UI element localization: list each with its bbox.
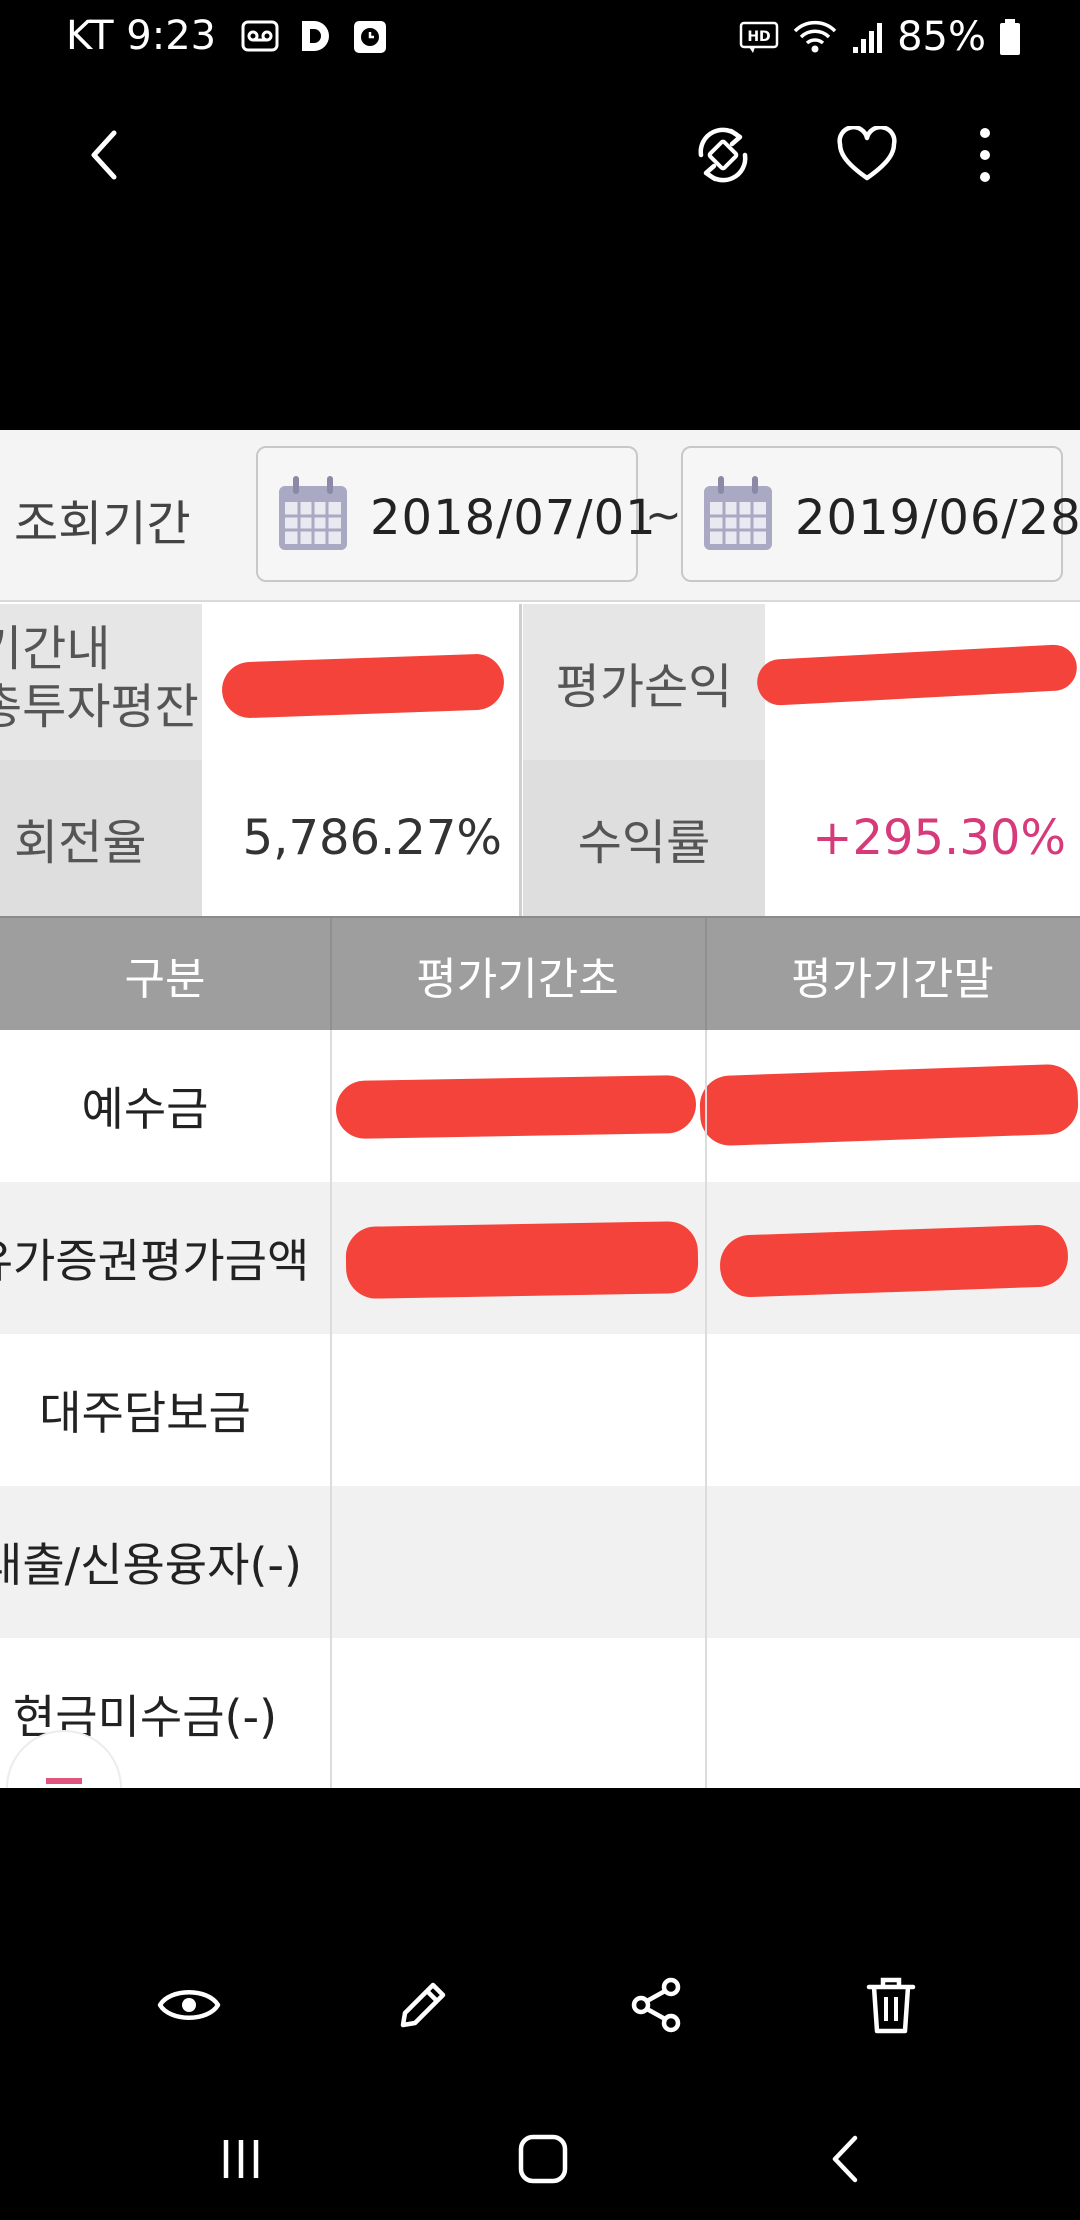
row-label: 대주담보금 xyxy=(39,1386,251,1440)
more-icon xyxy=(980,128,990,182)
summary-grid: 기간내 총투자평잔 평가손익 회전율 5,786.27% 수익률 +295.30… xyxy=(0,604,1080,916)
redaction-mark xyxy=(698,1063,1080,1147)
summary-value-avg-balance xyxy=(202,604,520,760)
redaction-mark xyxy=(719,1223,1069,1299)
summary-value-return: +295.30% xyxy=(765,760,1080,916)
table-row: 유가증권평가금액 xyxy=(0,1182,1080,1334)
date-from: 2018/07/01 xyxy=(370,490,657,546)
battery-percent: 85% xyxy=(897,14,986,60)
date-separator: ~ xyxy=(645,490,682,541)
delete-button[interactable] xyxy=(846,1960,936,2050)
time: 9:23 xyxy=(126,13,217,59)
row-label: 대출/신용융자(-) xyxy=(0,1538,302,1592)
return-label-text: 수익률 xyxy=(577,815,711,871)
redaction-mark xyxy=(335,1074,697,1140)
hd-voice-icon: HD xyxy=(739,21,779,53)
back-button[interactable] xyxy=(60,110,150,200)
notification-icons xyxy=(240,16,388,56)
clock-app-icon xyxy=(354,21,386,53)
date-to: 2019/06/28 xyxy=(795,490,1080,546)
recent-apps-icon xyxy=(223,2140,259,2178)
voicemail-icon xyxy=(241,20,279,52)
column-divider xyxy=(705,1030,707,1788)
table-row: 예수금 xyxy=(0,1030,1080,1182)
return-value: +295.30% xyxy=(812,810,1066,866)
favorite-button[interactable] xyxy=(822,110,912,200)
viewer-toolbar xyxy=(0,90,1080,220)
wifi-icon xyxy=(793,20,837,53)
calendar-icon xyxy=(279,476,347,550)
captured-image: 조회기간 2018/07/01 ~ 2019/06/28 기간내 총투자평잔 평… xyxy=(0,430,1080,1788)
date-to-field: 2019/06/28 xyxy=(681,446,1080,582)
system-back-button[interactable] xyxy=(800,2114,890,2204)
summary-divider xyxy=(519,604,522,916)
redaction-mark xyxy=(221,653,505,719)
redaction-mark xyxy=(345,1220,699,1300)
row-label: 예수금 xyxy=(81,1082,209,1136)
floating-button-glyph xyxy=(46,1778,82,1784)
table-header: 구분 평가기간초 평가기간말 xyxy=(0,916,1080,1032)
recent-apps-button[interactable] xyxy=(196,2114,286,2204)
column-divider xyxy=(330,1030,332,1788)
view-button[interactable] xyxy=(144,1960,234,2050)
status-right: HD 85% xyxy=(739,14,1022,60)
viewer-actions xyxy=(0,1940,1080,2050)
summary-label-avg-balance: 기간내 총투자평잔 xyxy=(0,604,202,760)
calendar-icon xyxy=(704,476,772,550)
summary-value-turnover: 5,786.27% xyxy=(202,760,520,916)
back-icon xyxy=(832,2135,858,2183)
period-label: 조회기간 xyxy=(14,496,191,552)
table-row: 대출/신용융자(-) xyxy=(0,1486,1080,1638)
hd-label: HD xyxy=(747,29,770,45)
period-row: 조회기간 2018/07/01 ~ 2019/06/28 xyxy=(0,430,1080,602)
status-carrier-time: KT 9:23 xyxy=(66,14,216,58)
signal-icon xyxy=(853,23,883,53)
home-button[interactable] xyxy=(498,2114,588,2204)
turnover-label-text: 회전율 xyxy=(14,815,147,871)
rotate-button[interactable] xyxy=(678,110,768,200)
home-icon xyxy=(518,2134,568,2184)
table-row: 현금미수금(-) xyxy=(0,1638,1080,1788)
status-bar: KT 9:23 HD 85% xyxy=(0,0,1080,74)
summary-label-turnover: 회전율 xyxy=(0,760,202,916)
carrier: KT xyxy=(66,13,114,59)
system-nav-bar xyxy=(0,2090,1080,2220)
header-divider xyxy=(330,918,332,1032)
eye-icon xyxy=(157,1990,221,2020)
screen: KT 9:23 HD 85% 조회기간 2018/07/01 ~ 2019/06… xyxy=(0,0,1080,2220)
share-icon xyxy=(631,1977,681,2033)
pencil-icon xyxy=(400,1982,446,2028)
summary-label-return: 수익률 xyxy=(523,760,765,916)
back-icon xyxy=(91,130,117,180)
header-period-end: 평가기간말 xyxy=(791,954,994,1005)
rotate-icon xyxy=(698,127,748,183)
trash-icon xyxy=(866,1977,916,2034)
battery-icon xyxy=(1000,19,1020,55)
date-from-field: 2018/07/01 xyxy=(256,446,656,582)
row-label: 유가증권평가금액 xyxy=(0,1234,310,1288)
header-category: 구분 xyxy=(124,954,206,1005)
redaction-mark xyxy=(756,643,1078,707)
header-divider xyxy=(705,918,707,1032)
heart-icon xyxy=(837,126,897,181)
more-options-button[interactable] xyxy=(940,110,1030,200)
pnl-label-text: 평가손익 xyxy=(555,659,733,715)
table-row: 대주담보금 xyxy=(0,1334,1080,1486)
avg-balance-label-text: 기간내 총투자평잔 xyxy=(0,621,199,735)
turnover-value: 5,786.27% xyxy=(242,810,502,866)
app-d-icon xyxy=(302,21,329,51)
summary-value-pnl xyxy=(756,604,1080,760)
edit-button[interactable] xyxy=(378,1960,468,2050)
share-button[interactable] xyxy=(612,1960,702,2050)
header-period-start: 평가기간초 xyxy=(416,954,619,1005)
summary-label-pnl: 평가손익 xyxy=(523,604,765,760)
